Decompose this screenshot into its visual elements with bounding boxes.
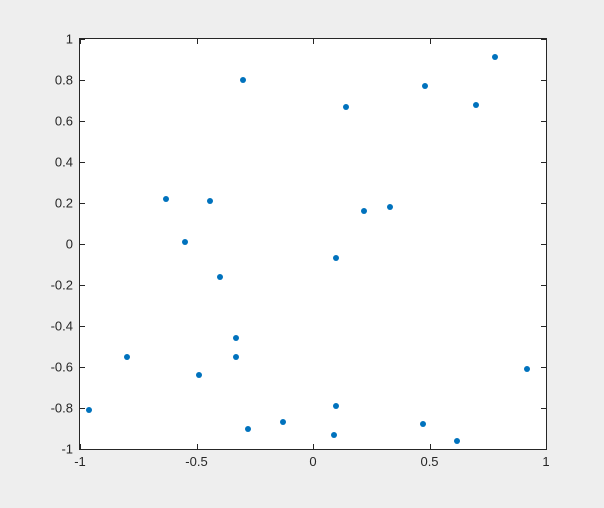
y-tick-label: -1 — [45, 442, 73, 457]
axes-area — [79, 38, 547, 450]
y-tick-label: 0.2 — [45, 196, 73, 211]
y-tick-mark — [541, 203, 546, 204]
y-tick-label: -0.2 — [45, 278, 73, 293]
y-tick-mark — [80, 449, 85, 450]
data-point — [333, 403, 339, 409]
y-tick-mark — [541, 326, 546, 327]
x-tick-label: 0 — [309, 454, 316, 469]
data-point — [245, 426, 251, 432]
y-tick-mark — [80, 326, 85, 327]
y-tick-mark — [541, 244, 546, 245]
x-tick-mark — [546, 444, 547, 449]
data-point — [233, 354, 239, 360]
data-point — [163, 196, 169, 202]
y-tick-label: 0.8 — [45, 73, 73, 88]
data-point — [240, 77, 246, 83]
x-tick-mark — [197, 444, 198, 449]
y-tick-mark — [541, 449, 546, 450]
data-point — [124, 354, 130, 360]
figure-window: -1 -0.5 0 0.5 1 -1 -0.8 -0.6 -0.4 -0.2 0 0.2 0.4 0.6… — [0, 0, 604, 508]
y-tick-mark — [541, 285, 546, 286]
y-tick-mark — [80, 203, 85, 204]
y-tick-label: 0.4 — [45, 155, 73, 170]
y-tick-label: -0.4 — [45, 319, 73, 334]
y-tick-mark — [80, 162, 85, 163]
y-tick-label: 0 — [45, 237, 73, 252]
data-point — [233, 335, 239, 341]
y-tick-mark — [541, 367, 546, 368]
y-tick-label: -0.8 — [45, 401, 73, 416]
data-point — [387, 204, 393, 210]
x-tick-mark — [430, 444, 431, 449]
data-point — [331, 432, 337, 438]
y-tick-label: 0.6 — [45, 114, 73, 129]
y-tick-mark — [80, 121, 85, 122]
data-point — [86, 407, 92, 413]
y-tick-mark — [80, 39, 85, 40]
y-tick-mark — [541, 408, 546, 409]
data-point — [333, 255, 339, 261]
y-tick-mark — [80, 244, 85, 245]
data-point — [420, 421, 426, 427]
x-tick-label: 1 — [542, 454, 549, 469]
y-tick-mark — [541, 39, 546, 40]
data-point — [280, 419, 286, 425]
y-tick-mark — [80, 367, 85, 368]
y-tick-label: -0.6 — [45, 360, 73, 375]
data-point — [492, 54, 498, 60]
x-tick-mark — [313, 444, 314, 449]
x-tick-mark — [313, 39, 314, 44]
y-tick-mark — [541, 162, 546, 163]
x-tick-label: -0.5 — [185, 454, 207, 469]
data-point — [343, 104, 349, 110]
data-point — [182, 239, 188, 245]
x-tick-label: 0.5 — [420, 454, 438, 469]
y-tick-mark — [541, 80, 546, 81]
data-point — [422, 83, 428, 89]
y-tick-mark — [80, 285, 85, 286]
data-point — [524, 366, 530, 372]
data-point — [454, 438, 460, 444]
data-point — [207, 198, 213, 204]
x-tick-mark — [197, 39, 198, 44]
data-point — [217, 274, 223, 280]
y-tick-mark — [80, 80, 85, 81]
x-tick-mark — [546, 39, 547, 44]
data-point — [196, 372, 202, 378]
data-point — [361, 208, 367, 214]
y-tick-label: 1 — [45, 32, 73, 47]
x-tick-label: -1 — [74, 454, 86, 469]
y-tick-mark — [80, 408, 85, 409]
data-point — [473, 102, 479, 108]
x-tick-mark — [430, 39, 431, 44]
y-tick-mark — [541, 121, 546, 122]
